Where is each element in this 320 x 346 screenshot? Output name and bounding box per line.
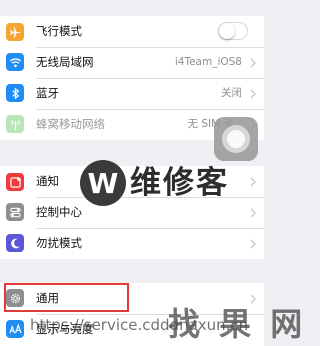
highlight-box [4,283,129,312]
wifi-row[interactable]: 无线局域网 i4Team_iOS8 [0,47,264,78]
chevron-right-icon [250,89,256,99]
antenna-icon [6,115,24,133]
chevron-right-icon [250,177,256,187]
text-size-icon [6,320,24,338]
watermark-logo: W [80,160,126,206]
airplane-mode-toggle[interactable] [218,22,248,40]
control-center-icon [6,203,24,221]
bluetooth-status-value: 关闭 [221,87,242,99]
watermark-brand: 维修客 [130,165,229,201]
notifications-label: 通知 [36,174,59,188]
airplane-mode-label: 飞行模式 [36,24,82,38]
chevron-right-icon [250,58,256,68]
do-not-disturb-label: 勿扰模式 [36,236,82,250]
wifi-icon [6,53,24,71]
control-center-label: 控制中心 [36,205,82,219]
chevron-right-icon [250,294,256,304]
toggle-knob [219,23,235,39]
wifi-label: 无线局域网 [36,55,94,69]
bluetooth-icon [6,84,24,102]
airplane-mode-row[interactable]: 飞行模式 [0,16,264,47]
assistive-touch-button[interactable] [214,117,258,161]
airplane-icon [6,23,24,41]
do-not-disturb-row[interactable]: 勿扰模式 [0,228,264,259]
chevron-right-icon [250,239,256,249]
bluetooth-row[interactable]: 蓝牙 关闭 [0,78,264,109]
moon-icon [6,234,24,252]
cellular-label: 蜂窝移动网络 [36,117,105,131]
chevron-right-icon [250,208,256,218]
assistive-touch-dot [227,130,245,148]
bluetooth-label: 蓝牙 [36,86,59,100]
watermark-site: 找 果 网 [168,305,307,343]
notifications-icon [6,173,24,191]
wifi-network-value: i4Team_iOS8 [174,56,242,68]
